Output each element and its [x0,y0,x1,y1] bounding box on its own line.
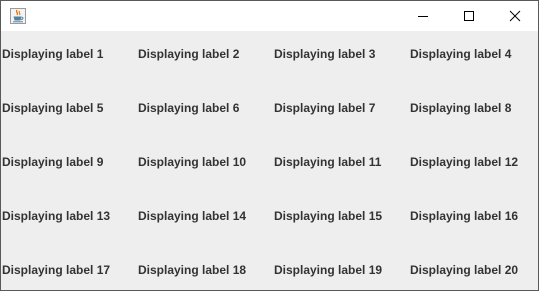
label-grid: Displaying label 1 Displaying label 2 Di… [1,31,538,290]
minimize-icon [418,16,428,17]
grid-label: Displaying label 12 [410,155,519,169]
grid-label: Displaying label 6 [138,101,240,115]
grid-label: Displaying label 5 [2,101,104,115]
grid-label: Displaying label 15 [274,209,383,223]
grid-label: Displaying label 4 [410,47,512,61]
app-window: Displaying label 1 Displaying label 2 Di… [0,0,539,291]
grid-label: Displaying label 7 [274,101,376,115]
grid-label: Displaying label 14 [138,209,247,223]
title-bar[interactable] [1,1,538,31]
close-icon [509,10,521,22]
maximize-icon [464,11,474,21]
grid-label: Displaying label 11 [274,155,382,169]
grid-label: Displaying label 8 [410,101,512,115]
grid-label: Displaying label 13 [2,209,111,223]
grid-label: Displaying label 20 [410,263,519,277]
close-button[interactable] [492,1,538,31]
grid-label: Displaying label 3 [274,47,376,61]
maximize-button[interactable] [446,1,492,31]
grid-label: Displaying label 2 [138,47,240,61]
grid-label: Displaying label 10 [138,155,247,169]
grid-label: Displaying label 18 [138,263,247,277]
java-cup-icon[interactable] [10,8,26,24]
minimize-button[interactable] [400,1,446,31]
grid-label: Displaying label 17 [2,263,111,277]
grid-label: Displaying label 16 [410,209,519,223]
grid-label: Displaying label 9 [2,155,104,169]
grid-label: Displaying label 1 [2,47,104,61]
grid-label: Displaying label 19 [274,263,383,277]
